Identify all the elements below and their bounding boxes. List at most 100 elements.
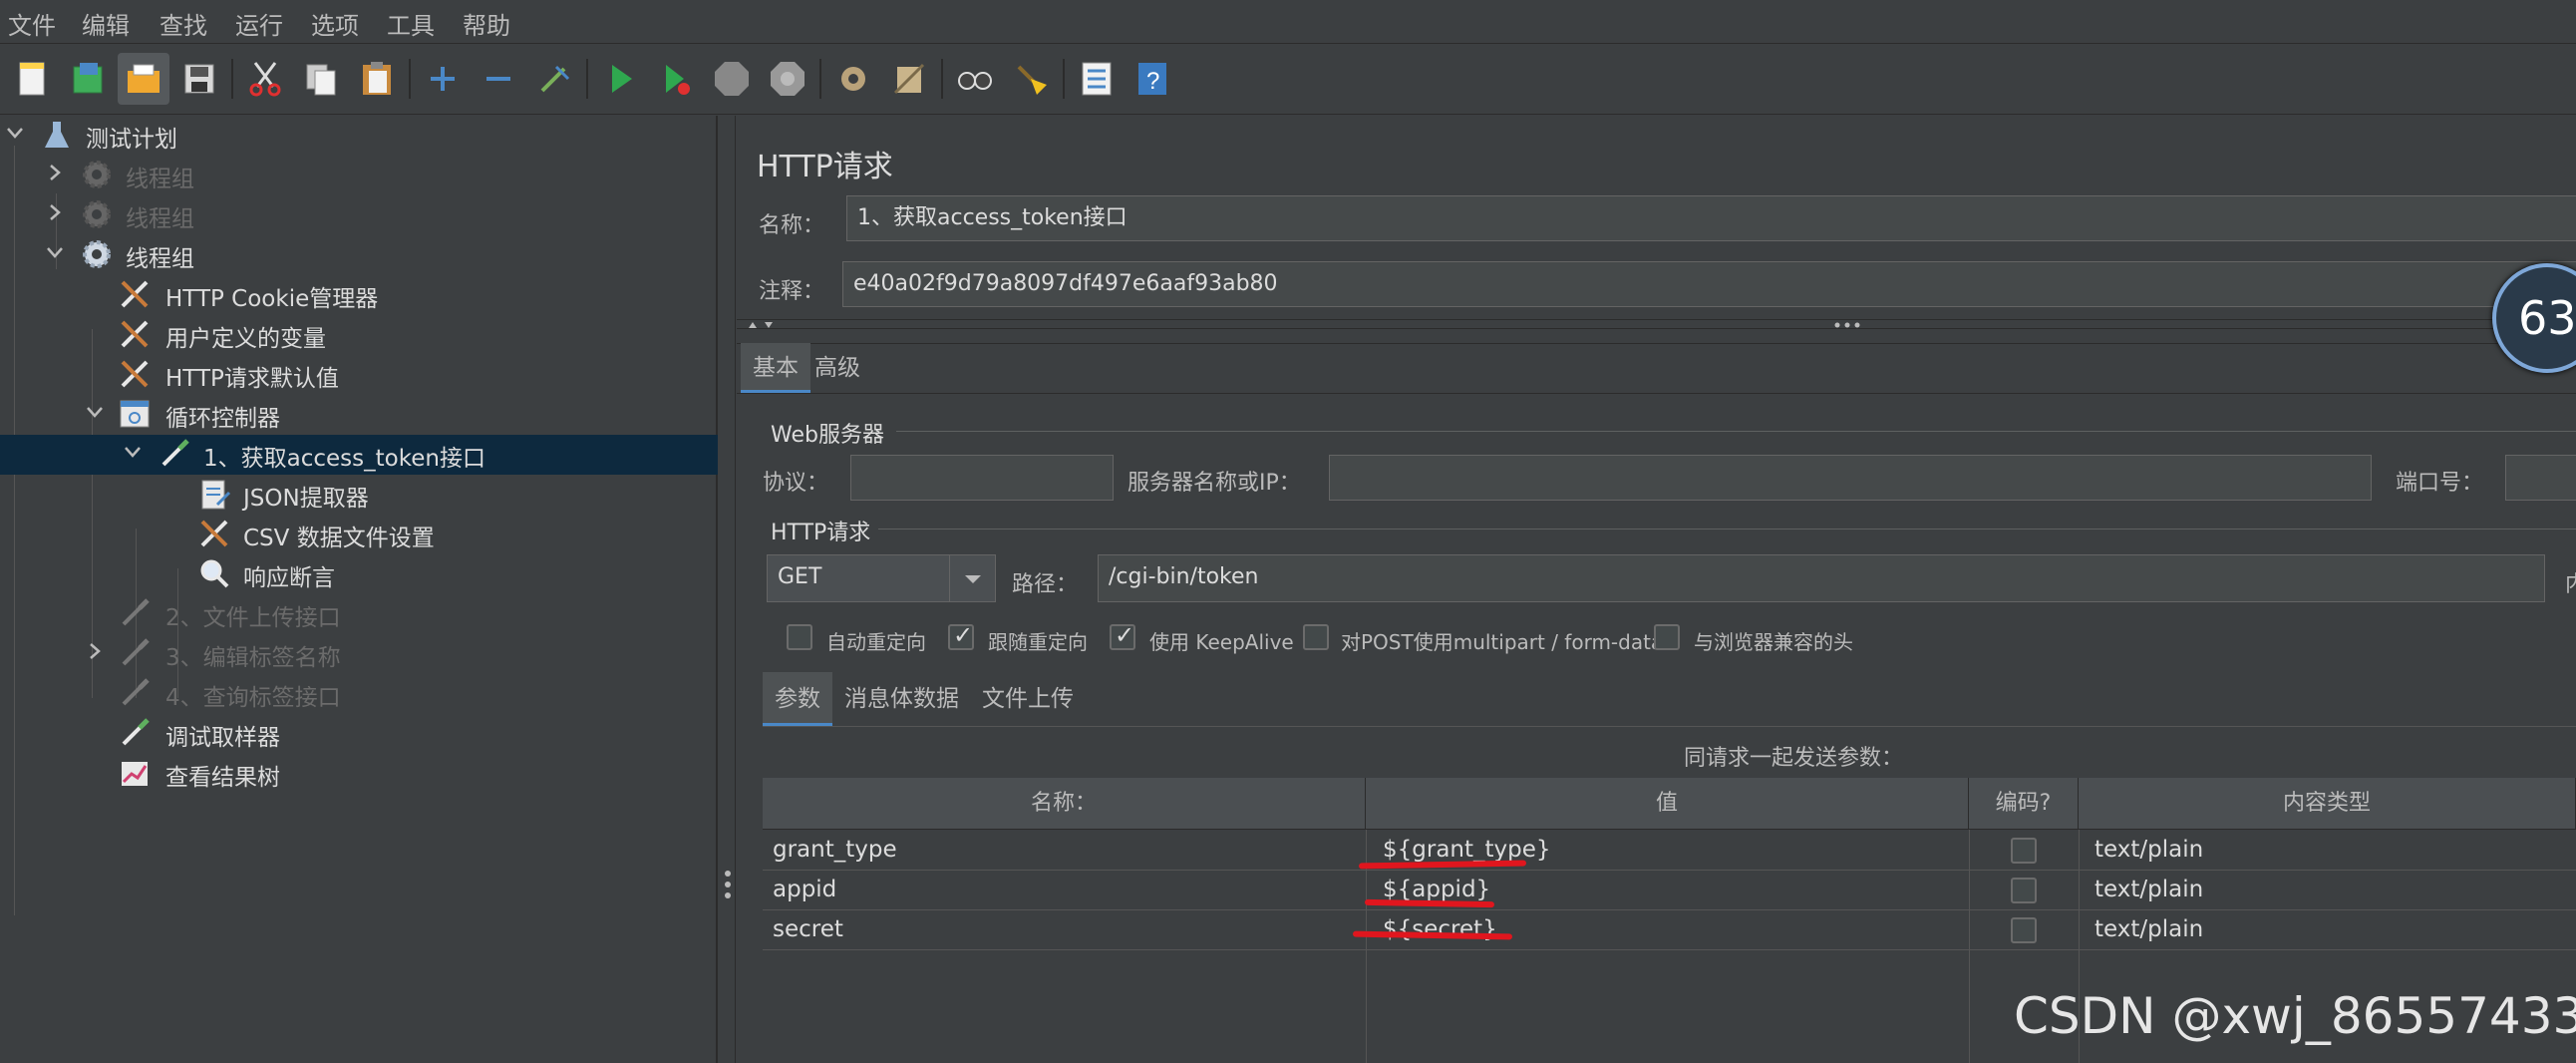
follow-redirect-checkbox[interactable] (948, 621, 974, 650)
wrench-icon (121, 280, 149, 308)
templates-icon[interactable] (62, 53, 114, 105)
encode-checkbox[interactable] (2011, 838, 2037, 864)
multipart-checkbox[interactable] (1303, 624, 1329, 650)
column-header-name[interactable]: 名称： (763, 778, 1366, 830)
chevron-right-icon[interactable] (86, 642, 104, 660)
tree-item-test-plan[interactable]: 测试计划 (0, 116, 718, 156)
toggle-icon[interactable] (528, 53, 580, 105)
encode-checkbox[interactable] (2011, 878, 2037, 903)
column-header-value[interactable]: 值 (1366, 778, 1969, 830)
param-name[interactable]: grant_type (763, 830, 897, 870)
collapse-arrows-icon[interactable] (747, 320, 787, 330)
gear-icon (83, 200, 111, 228)
method-select[interactable]: GET (767, 554, 996, 602)
tree-item-file-upload[interactable]: 2、文件上传接口 (0, 594, 718, 634)
save-icon[interactable] (173, 53, 225, 105)
new-icon[interactable] (6, 53, 58, 105)
start-icon[interactable] (594, 53, 646, 105)
jmeter-window: 文件 编辑 查找 运行 选项 工具 帮助 ? 测试计划 线程组 线程组 线程组 … (0, 0, 2576, 1063)
stop-icon[interactable] (706, 53, 758, 105)
tree-item-query-tag[interactable]: 4、查询标签接口 (0, 674, 718, 714)
encode-checkbox[interactable] (2011, 917, 2037, 943)
tree-item-user-variables[interactable]: 用户定义的变量 (0, 315, 718, 355)
clear-icon[interactable] (827, 53, 879, 105)
menu-edit[interactable]: 编辑 (82, 6, 130, 41)
section-divider[interactable] (737, 319, 2576, 329)
panel-splitter[interactable] (720, 116, 736, 1063)
clear-all-icon[interactable] (883, 53, 935, 105)
chevron-down-icon[interactable] (6, 124, 24, 142)
search-icon[interactable] (949, 53, 1001, 105)
server-input[interactable] (1329, 455, 2372, 501)
tree-item-http-defaults[interactable]: HTTP请求默认值 (0, 355, 718, 395)
param-content-type[interactable]: text/plain (2085, 870, 2203, 909)
tree-label: 测试计划 (86, 127, 177, 153)
tree-item-thread-group[interactable]: 线程组 (0, 156, 718, 195)
param-name[interactable]: appid (763, 870, 836, 909)
collapse-icon[interactable] (473, 53, 524, 105)
copy-icon[interactable] (295, 53, 347, 105)
tab-file-upload[interactable]: 文件上传 (970, 672, 1086, 726)
tree-item-thread-group[interactable]: 线程组 (0, 195, 718, 235)
tab-basic[interactable]: 基本 (741, 343, 810, 393)
open-icon[interactable] (118, 53, 169, 105)
toolbar: ? (0, 45, 2576, 115)
menu-options[interactable]: 选项 (311, 6, 359, 41)
tab-parameters[interactable]: 参数 (763, 672, 832, 726)
chevron-down-icon[interactable] (124, 443, 142, 461)
port-input[interactable] (2505, 455, 2576, 501)
cut-icon[interactable] (239, 53, 291, 105)
param-value[interactable]: ${secret} (1373, 909, 1497, 949)
start-no-pause-icon[interactable] (650, 53, 702, 105)
tree-item-cookie-manager[interactable]: HTTP Cookie管理器 (0, 275, 718, 315)
tree-item-debug-sampler[interactable]: 调试取样器 (0, 714, 718, 754)
menu-help[interactable]: 帮助 (463, 6, 510, 41)
tree-item-json-extractor[interactable]: JSON提取器 (0, 475, 718, 515)
comment-field[interactable]: e40a02f9d79a8097df497e6aaf93ab80 (842, 261, 2576, 307)
menu-run[interactable]: 运行 (235, 6, 283, 41)
browser-headers-checkbox[interactable] (1654, 624, 1680, 650)
shutdown-icon[interactable] (762, 53, 813, 105)
tree-item-loop-controller[interactable]: 循环控制器 (0, 395, 718, 435)
drag-handle-icon[interactable] (724, 870, 732, 899)
help-icon[interactable]: ? (1127, 53, 1178, 105)
tree-label: 2、文件上传接口 (165, 605, 341, 631)
wrench-icon (200, 520, 228, 547)
param-content-type[interactable]: text/plain (2085, 830, 2203, 870)
chevron-down-icon[interactable] (46, 243, 64, 261)
tab-advanced[interactable]: 高级 (803, 343, 872, 393)
auto-redirect-checkbox[interactable] (787, 624, 812, 650)
menu-file[interactable]: 文件 (8, 6, 56, 41)
tree-item-get-access-token[interactable]: 1、获取access_token接口 (0, 435, 718, 475)
tree-item-response-assertion[interactable]: 响应断言 (0, 554, 718, 594)
tab-body-data[interactable]: 消息体数据 (832, 672, 971, 726)
tree-item-edit-tag[interactable]: 3、编辑标签名称 (0, 634, 718, 674)
path-input[interactable]: /cgi-bin/token (1098, 554, 2545, 602)
column-header-encode[interactable]: 编码? (1969, 778, 2079, 830)
chevron-right-icon[interactable] (46, 164, 64, 181)
tree-item-thread-group[interactable]: 线程组 (0, 235, 718, 275)
function-helper-icon[interactable] (1071, 53, 1123, 105)
keepalive-checkbox[interactable] (1110, 621, 1135, 650)
pipette-icon (161, 439, 189, 467)
tree-label: 用户定义的变量 (165, 326, 326, 352)
protocol-input[interactable] (850, 455, 1114, 501)
name-field[interactable]: 1、获取access_token接口 (846, 195, 2576, 241)
param-name[interactable]: secret (763, 909, 843, 949)
method-value: GET (778, 564, 822, 589)
reset-search-icon[interactable] (1005, 53, 1057, 105)
drag-handle-icon[interactable] (1833, 322, 1861, 328)
pipette-icon (122, 598, 150, 626)
expand-icon[interactable] (417, 53, 469, 105)
tree-item-csv-data-set[interactable]: CSV 数据文件设置 (0, 515, 718, 554)
wrench-icon (121, 360, 149, 388)
chevron-right-icon[interactable] (46, 203, 64, 221)
paste-icon[interactable] (351, 53, 403, 105)
chevron-down-icon[interactable] (86, 403, 104, 421)
tree-item-results-tree[interactable]: 查看结果树 (0, 754, 718, 794)
column-header-content-type[interactable]: 内容类型 (2079, 778, 2576, 830)
pipette-icon (122, 638, 150, 666)
menu-search[interactable]: 查找 (160, 6, 207, 41)
param-content-type[interactable]: text/plain (2085, 909, 2203, 949)
menu-tools[interactable]: 工具 (387, 6, 435, 41)
